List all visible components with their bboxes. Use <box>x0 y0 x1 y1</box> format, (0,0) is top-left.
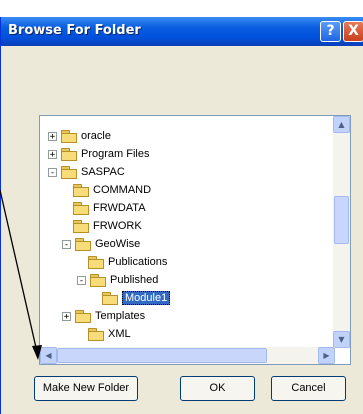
tree-item-label: oracle <box>81 130 111 142</box>
folder-icon <box>75 310 91 323</box>
tree-item-xml[interactable]: XML <box>88 326 131 342</box>
folder-icon <box>61 148 77 161</box>
tree-item-label: XML <box>108 328 131 340</box>
folder-icon <box>61 130 77 143</box>
folder-tree[interactable]: + oracle + Program Files - SASPAC COMMAN… <box>39 115 351 365</box>
folder-open-icon <box>61 166 77 179</box>
help-button[interactable]: ? <box>320 21 341 42</box>
tree-item-label: Module1 <box>122 291 171 305</box>
tree-item-label: Published <box>110 274 159 286</box>
tree-item-geowise[interactable]: - GeoWise <box>62 236 140 252</box>
tree-item-templates[interactable]: + Templates <box>62 308 145 324</box>
folder-open-icon <box>75 238 91 251</box>
collapse-icon[interactable]: - <box>77 275 86 285</box>
close-button[interactable]: X <box>343 21 363 42</box>
tree-item-label: SASPAC <box>81 166 125 178</box>
tree-item-label: Publications <box>108 256 168 268</box>
folder-icon <box>88 256 104 269</box>
collapse-icon[interactable]: - <box>48 167 57 177</box>
scroll-up-icon[interactable]: ▲ <box>333 116 350 133</box>
vertical-scrollbar[interactable]: ▲ ▼ <box>333 116 350 348</box>
tree-item-label: Templates <box>95 310 146 322</box>
folder-icon <box>73 220 89 233</box>
folder-icon <box>88 328 104 341</box>
tree-item-label: GeoWise <box>95 238 141 250</box>
make-new-folder-button[interactable]: Make New Folder <box>34 376 138 401</box>
scroll-down-icon[interactable]: ▼ <box>333 331 350 348</box>
tree-item-oracle[interactable]: + oracle <box>48 128 111 144</box>
folder-icon <box>73 184 89 197</box>
tree-item-saspac[interactable]: - SASPAC <box>48 164 125 180</box>
window-title: Browse For Folder <box>8 23 141 38</box>
ok-button[interactable]: OK <box>180 376 255 401</box>
cancel-button[interactable]: Cancel <box>271 376 346 401</box>
folder-icon <box>73 202 89 215</box>
expand-icon[interactable]: + <box>48 131 57 141</box>
browse-for-folder-dialog: Browse For Folder ? X + oracle + Program… <box>0 17 363 414</box>
scroll-right-icon[interactable]: ▶ <box>318 347 335 364</box>
tree-item-publications[interactable]: Publications <box>88 254 167 270</box>
expand-icon[interactable]: + <box>48 149 57 159</box>
tree-item-published[interactable]: - Published <box>77 272 158 288</box>
tree-item-module1[interactable]: Module1 <box>102 290 171 306</box>
tree-item-label: Program Files <box>81 148 150 160</box>
expand-icon[interactable]: + <box>62 311 71 321</box>
tree-item-command[interactable]: COMMAND <box>73 182 151 198</box>
tree-item-frwork[interactable]: FRWORK <box>73 218 142 234</box>
horizontal-scroll-thumb[interactable] <box>57 348 267 363</box>
title-bar[interactable]: Browse For Folder ? X <box>1 17 363 46</box>
folder-open-icon <box>102 292 118 305</box>
collapse-icon[interactable]: - <box>62 239 71 249</box>
tree-item-label: FRWORK <box>93 220 142 232</box>
vertical-scroll-thumb[interactable] <box>334 196 349 244</box>
tree-item-program-files[interactable]: + Program Files <box>48 146 149 162</box>
scroll-left-icon[interactable]: ◀ <box>40 347 57 364</box>
folder-open-icon <box>90 274 106 287</box>
tree-item-label: FRWDATA <box>93 202 146 214</box>
tree-item-label: COMMAND <box>93 184 152 196</box>
horizontal-scrollbar[interactable]: ◀ ▶ <box>40 347 335 364</box>
tree-item-frwdata[interactable]: FRWDATA <box>73 200 146 216</box>
